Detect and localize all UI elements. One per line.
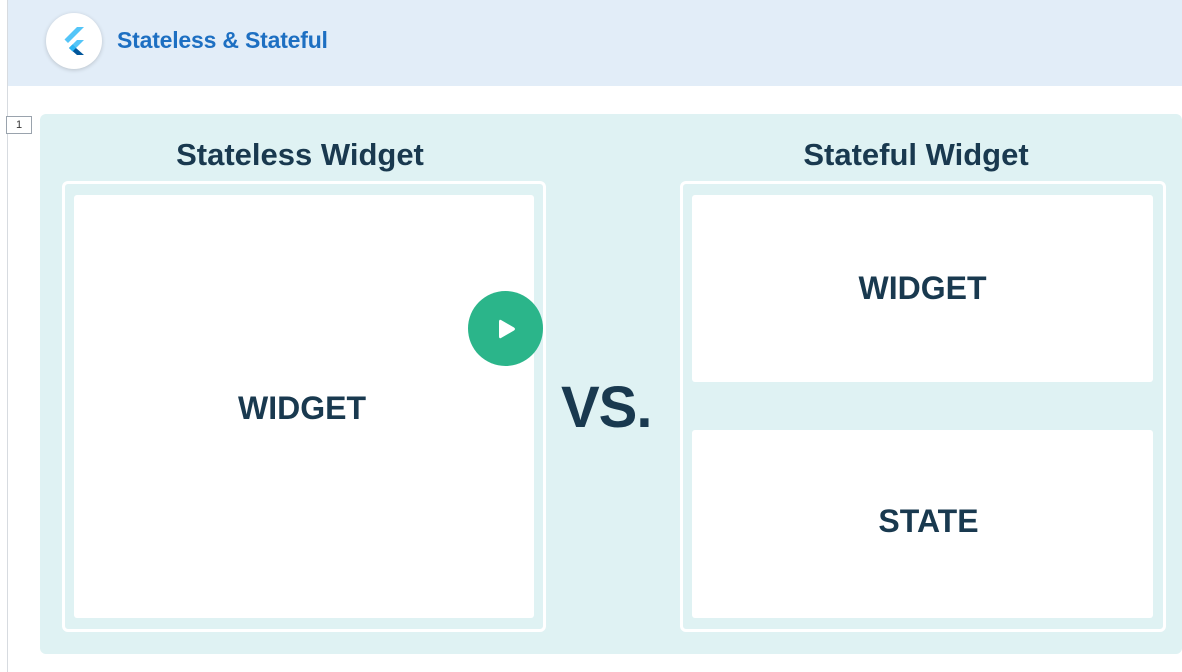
app-logo[interactable] bbox=[46, 13, 102, 69]
versus-label: VS. bbox=[561, 375, 652, 440]
stateless-widget-panel: WIDGET bbox=[74, 195, 534, 618]
flutter-logo-icon bbox=[64, 27, 84, 55]
page-title: Stateless & Stateful bbox=[117, 27, 328, 53]
stateful-widget-panel: WIDGET bbox=[692, 195, 1153, 382]
stateful-state-label: STATE bbox=[878, 502, 979, 539]
play-icon bbox=[498, 319, 515, 338]
stateless-widget-label: WIDGET bbox=[238, 390, 366, 426]
stateful-state-panel: STATE bbox=[692, 430, 1153, 618]
page-number-indicator: 1 bbox=[6, 116, 32, 134]
stateful-widget-label: WIDGET bbox=[858, 270, 987, 306]
stateless-widget-title: Stateless Widget bbox=[176, 137, 424, 172]
left-margin-rule bbox=[7, 0, 8, 672]
play-button[interactable] bbox=[468, 291, 543, 366]
stateful-widget-title: Stateful Widget bbox=[803, 137, 1029, 172]
